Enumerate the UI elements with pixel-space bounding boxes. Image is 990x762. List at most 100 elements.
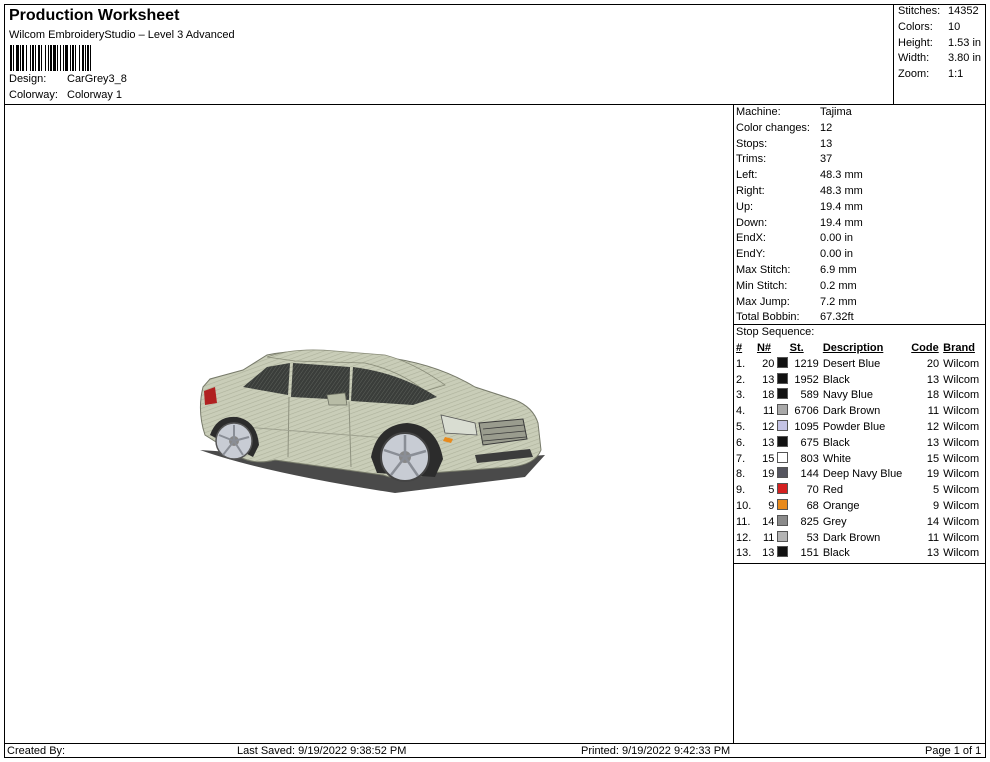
color-swatch [776,546,788,558]
cell-code: 5 [933,484,940,497]
cell-num: 13. [736,547,752,560]
column-header-n: N# [756,342,772,354]
cell-desc: Deep Navy Blue [822,468,903,481]
cell-n: 12 [762,420,775,433]
design-label: Design: [9,73,47,85]
property-row: Left: 48.3 mm [736,169,863,181]
stop-sequence-title: Stop Sequence: [736,326,815,338]
cell-num: 5. [736,420,746,433]
last-saved: Last Saved: 9/19/2022 9:38:52 PM [237,745,407,757]
property-row: EndY: 0.00 in [736,248,853,260]
colorway-label: Colorway: [9,89,58,101]
cell-brand: Wilcom [943,547,980,560]
color-swatch [776,372,788,384]
color-swatch [776,467,788,479]
color-swatch [776,388,788,400]
page-title: Production Worksheet [9,7,180,24]
stop-sequence-row: 7. 15 803 White 15 Wilcom [734,451,986,468]
summary-width: Width: 3.80 in [898,52,982,64]
page-number: Page 1 of 1 [925,745,982,757]
property-value: 19.4 mm [820,216,863,229]
cell-desc: Dark Brown [822,405,881,418]
cell-desc: Black [822,373,850,386]
cell-n: 13 [762,373,775,386]
cell-brand: Wilcom [943,405,980,418]
cell-desc: Orange [822,499,860,512]
cell-st: 1095 [794,420,819,433]
cell-brand: Wilcom [943,420,980,433]
color-swatch [776,530,788,542]
stop-sequence-table: # N# St. Description Code Brand 1. 20 1219 Desert… [734,341,986,562]
property-value: 6.9 mm [820,264,857,276]
cell-num: 6. [736,436,746,449]
property-row: Max Jump: 7.2 mm [736,296,857,308]
property-value: 12 [820,121,833,134]
cell-n: 9 [768,499,775,512]
created-by: Created By: [7,745,66,757]
cell-num: 8. [736,468,746,481]
color-swatch-cell [774,356,789,373]
property-label: Stops: [736,137,768,150]
property-label: Max Jump: [736,295,790,308]
color-swatch-cell [774,435,789,452]
property-row: EndX: 0.00 in [736,232,853,244]
property-row: Total Bobbin: 67.32ft [736,311,854,323]
cell-desc: Navy Blue [822,389,873,402]
summary-height: Height: 1.53 in [898,37,982,49]
cell-st: 70 [806,484,819,497]
cell-n: 11 [762,405,775,418]
stop-sequence-row: 13. 13 151 Black 13 Wilcom [734,546,986,562]
cell-st: 1952 [794,373,819,386]
cell-num: 2. [736,373,746,386]
car-embroidery-image [199,349,545,493]
cell-desc: Red [822,484,843,497]
property-row: Stops: 13 [736,138,832,150]
header: Production Worksheet Wilcom EmbroiderySt… [5,5,893,104]
column-header-st: St. [789,342,804,354]
color-swatch-cell [774,404,789,420]
property-value: 48.3 mm [820,185,863,197]
cell-num: 4. [736,405,746,418]
property-value: Tajima [820,106,852,118]
color-swatch [776,404,788,416]
cell-num: 7. [736,452,746,465]
color-swatch-cell [774,388,789,404]
cell-st: 1219 [794,357,819,370]
stop-sequence-row: 3. 18 589 Navy Blue 18 Wilcom [734,388,986,404]
stop-sequence-row: 2. 13 1952 Black 13 Wilcom [734,372,986,389]
property-label: Max Stitch: [736,264,791,276]
stop-sequence-row: 1. 20 1219 Desert Blue 20 Wilcom [734,356,986,373]
property-label: Machine: [736,106,781,118]
summary-box: Stitches: 14352 Colors: 10 Height: 1.53 in … [893,4,986,105]
cell-brand: Wilcom [943,436,980,449]
property-row: Trims: 37 [736,153,832,165]
summary-colors: Colors: 10 [898,21,961,33]
colorway-value: Colorway 1 [67,89,123,101]
cell-st: 68 [806,499,819,512]
cell-brand: Wilcom [943,452,980,465]
property-label: Down: [736,216,768,229]
cell-brand: Wilcom [943,531,980,544]
cell-brand: Wilcom [943,515,980,528]
design-preview [5,105,733,743]
sequence-divider [733,563,986,564]
property-value: 37 [820,153,833,166]
property-value: 48.3 mm [820,169,863,182]
cell-code: 18 [926,389,940,402]
design-value: CarGrey3_8 [67,73,127,85]
cell-n: 15 [762,452,775,465]
color-swatch-cell [774,514,789,531]
color-swatch-cell [774,530,789,547]
column-header-code: Code [911,342,939,354]
property-value: 13 [820,137,833,150]
color-swatch [776,483,788,495]
cell-num: 10. [736,499,752,512]
property-row: Color changes: 12 [736,122,832,134]
property-value: 19.4 mm [820,200,863,213]
stop-sequence-row: 8. 19 144 Deep Navy Blue 19 Wilcom [734,467,986,483]
color-swatch-cell [774,546,789,562]
colorway-row: Colorway: Colorway 1 [9,89,122,101]
property-row: Machine: Tajima [736,106,852,118]
column-header-desc: Description [822,342,884,354]
cell-brand: Wilcom [943,357,980,370]
